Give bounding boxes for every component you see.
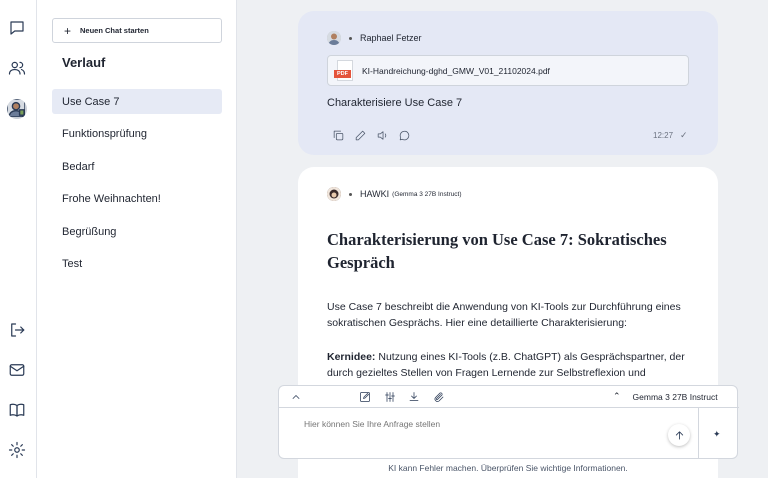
send-button[interactable] [668,424,690,446]
history-item-label: Use Case 7 [62,95,120,108]
new-chat-button[interactable]: + Neuen Chat starten [52,18,222,43]
history-item[interactable]: Test [52,251,222,276]
model-name: Gemma 3 27B Instruct [632,391,718,402]
history-item-label: Begrüßung [62,225,117,238]
chat-icon[interactable] [7,18,27,38]
icon-rail [0,0,37,478]
user-message: Raphael Fetzer PDF KI-Handreichung-dghd_… [298,11,718,155]
history-item[interactable]: Begrüßung [52,219,222,244]
model-selector[interactable]: ⌃ Gemma 3 27B Instruct [613,391,718,402]
history-title: Verlauf [62,55,106,70]
users-icon[interactable] [7,58,27,78]
model-label: (Gemma 3 27B Instruct) [392,190,462,198]
response-heading: Charakterisierung von Use Case 7: Sokrat… [327,230,667,272]
download-icon[interactable] [407,390,421,404]
settings-icon[interactable] [7,440,27,460]
logout-icon[interactable] [7,320,27,340]
speaker-icon[interactable] [375,128,389,142]
history-item-label: Funktionsprüfung [62,127,147,140]
message-author: Raphael Fetzer [360,33,422,43]
sparkle-icon[interactable]: ✦ [713,429,721,440]
sliders-icon[interactable] [383,390,397,404]
history-item[interactable]: Funktionsprüfung [52,121,222,146]
checkmark-icon: ✓ [680,130,688,140]
attachment-chip[interactable]: PDF KI-Handreichung-dghd_GMW_V01_2110202… [327,55,689,86]
copy-icon[interactable] [331,128,345,142]
new-chat-label: Neuen Chat starten [80,26,149,35]
pdf-icon: PDF [334,59,354,82]
history-item[interactable]: Frohe Weihnachten! [52,186,222,211]
edit-note-icon[interactable] [358,390,372,404]
history-item[interactable]: Bedarf [52,154,222,179]
message-header: Raphael Fetzer [327,31,422,45]
separator-dot [349,36,352,40]
message-header: HAWKI (Gemma 3 27B Instruct) [327,187,462,201]
edit-icon[interactable] [353,128,367,142]
history-item-label: Test [62,257,83,270]
avatar[interactable] [7,99,27,119]
history-item-label: Bedarf [62,160,95,173]
comment-icon[interactable] [397,128,411,142]
paperclip-icon[interactable] [432,390,446,404]
divider [698,408,699,459]
message-author: HAWKI [360,189,390,199]
user-avatar [327,31,341,45]
history-item-label: Frohe Weihnachten! [62,192,161,205]
history-sidebar: + Neuen Chat starten Verlauf Use Case 7 … [37,0,237,478]
book-icon[interactable] [7,400,27,420]
message-actions [331,128,411,142]
separator-dot [349,192,352,196]
attachment-name: KI-Handreichung-dghd_GMW_V01_21102024.pd… [362,65,550,76]
response-paragraph: Use Case 7 beschreibt die Anwendung von … [327,301,681,329]
message-text: Charakterisiere Use Case 7 [327,97,463,109]
chevron-up-icon[interactable] [289,390,303,404]
prompt-input[interactable] [304,419,664,429]
mail-icon[interactable] [7,360,27,380]
chat-area: Raphael Fetzer PDF KI-Handreichung-dghd_… [237,0,768,478]
assistant-avatar [327,187,341,201]
disclaimer: KI kann Fehler machen. Überprüfen Sie wi… [388,463,628,473]
composer-toolbar: ⌃ Gemma 3 27B Instruct [279,386,739,408]
paragraph-label: Kernidee: [327,351,376,363]
composer: ⌃ Gemma 3 27B Instruct ✦ [278,385,739,459]
plus-icon: + [64,23,72,38]
history-item[interactable]: Use Case 7 [52,89,222,114]
paragraph-text: Nutzung eines KI-Tools (z.B. ChatGPT) al… [327,351,685,379]
response-paragraph: Kernidee: Nutzung eines KI-Tools (z.B. C… [327,350,687,381]
message-time: 12:27 [653,131,674,140]
chevron-up-icon: ⌃ [613,391,621,401]
